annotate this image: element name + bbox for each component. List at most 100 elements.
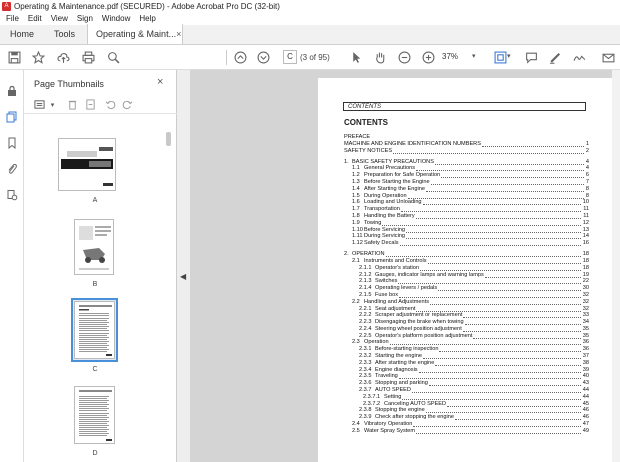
toc-entry[interactable]: 1.12 Safety Decals 16 [344,240,589,247]
toc-entry[interactable]: 2.2.3 Disengaging the brake when towing 34 [344,319,589,326]
toc-entry[interactable]: 1.9 Towing 12 [344,220,589,227]
toc-entry[interactable]: 2.3.7.2 Canceling AUTO SPEED 45 [344,401,589,408]
document-view[interactable]: CONTENTS CONTENTS PREFACE MACHINE AND ENG… [190,70,620,462]
collapse-left-arrow-icon[interactable]: ◀ [180,272,186,281]
panel-scrollbar[interactable] [166,132,171,146]
toc-entry[interactable]: 2.1.5 Fuse box 32 [344,292,589,299]
toc-entry[interactable]: 1.3 Before Starting the Engine 7 [344,179,589,186]
toc-entry-title: Before Starting the Engine [364,178,430,185]
menu-window[interactable]: Window [102,14,130,23]
sign-icon[interactable] [571,49,587,65]
toc-entry-title: Handling the Battery [364,212,415,219]
extract-page-icon[interactable] [84,98,97,111]
previous-page-icon[interactable] [232,49,248,65]
toc-entry[interactable]: 2.2.4 Steering wheel position adjustment 3… [344,326,589,333]
toc-entry[interactable]: 2.3.6 Stopping and parking 43 [344,380,589,387]
toc-page-number: 7 [585,178,589,185]
cloud-upload-icon[interactable] [55,49,71,65]
toc-entry[interactable]: 1.6 Loading and Unloading 10 [344,199,589,206]
panel-close-icon[interactable]: × [157,76,163,88]
toc-entry[interactable]: 2.1.1 Operator's station 18 [344,265,589,272]
tab-tools[interactable]: Tools [44,24,85,44]
document-scrollbar[interactable] [612,70,620,462]
thumbnail-page-b[interactable] [74,219,114,275]
bookmarks-icon[interactable] [5,136,19,150]
options-chevron-down-icon[interactable]: ▾ [46,98,59,111]
search-icon[interactable] [105,49,121,65]
tab-close-icon[interactable]: × [176,24,181,44]
toc-entry[interactable]: 2.2.1 Seat adjustment 32 [344,306,589,313]
toc-entry[interactable]: 2.3.8 Stopping the engine 46 [344,407,589,414]
toc-page-number: 36 [582,339,589,346]
menu-view[interactable]: View [51,14,68,23]
menu-help[interactable]: Help [139,14,155,23]
layers-gear-icon[interactable] [5,188,19,202]
thumbnail-page-c[interactable] [74,301,115,359]
toc-entry[interactable]: 2.3.2 Starting the engine 37 [344,353,589,360]
tab-home[interactable]: Home [0,24,44,44]
rotate-left-icon[interactable] [104,98,117,111]
toc-entry[interactable]: 2.3.7.1 Setting 44 [344,394,589,401]
menu-file[interactable]: File [6,14,19,23]
toc-entry[interactable]: 2.3.5 Traveling 40 [344,373,589,380]
save-icon[interactable] [6,49,22,65]
thumbnail-options-icon[interactable] [33,98,46,111]
toc-entry[interactable]: 2.3.9 Check after stopping the engine 46 [344,414,589,421]
toc-entry[interactable]: 2.2.2 Scraper adjustment or replacement 33 [344,312,589,319]
next-page-icon[interactable] [255,49,271,65]
toc-entry[interactable]: 1.1 General Precautions 4 [344,165,589,172]
toc-page-number: 8 [585,192,589,199]
toc-entry[interactable]: 1.8 Handling the Battery 11 [344,213,589,220]
bookmark-star-icon[interactable] [30,49,46,65]
toc-entry[interactable]: 1.5 During Operation 8 [344,193,589,200]
toc-entry[interactable]: SAFETY NOTICES 2 [344,148,589,155]
toc-entry[interactable]: 1.4 After Starting the Engine 8 [344,186,589,193]
toc-entry[interactable]: 2.2 Handling and Adjustments 32 [344,299,589,306]
toc-entry-title: Engine diagnosis [375,366,418,373]
menu-edit[interactable]: Edit [28,14,42,23]
print-icon[interactable] [80,49,96,65]
toc-entry[interactable]: 2.4 Vibratory Operation 47 [344,421,589,428]
rotate-right-icon[interactable] [121,98,134,111]
page-thumbnails-icon[interactable] [5,110,19,124]
thumbnail-page-d[interactable] [74,386,115,444]
toc-entry[interactable]: 2.3.3 After starting the engine 38 [344,360,589,367]
toc-entry[interactable]: PREFACE [344,134,589,141]
share-icon[interactable] [600,49,616,65]
select-cursor-icon[interactable] [348,49,364,65]
toc-entry[interactable]: 2.3.1 Before-starting inspection 36 [344,346,589,353]
toc-entry[interactable]: 2.3.4 Engine diagnosis 39 [344,367,589,374]
zoom-out-icon[interactable] [396,49,412,65]
toc-entry[interactable]: 2. OPERATION 18 [344,251,589,258]
toc-entry[interactable]: 2.3 Operation 36 [344,339,589,346]
toc-entry[interactable]: MACHINE AND ENGINE IDENTIFICATION NUMBER… [344,141,589,148]
toc-entry[interactable]: 2.5 Water Spray System 49 [344,428,589,435]
fit-page-icon[interactable] [492,49,508,65]
toc-entry[interactable]: 1.7 Transportation 11 [344,206,589,213]
highlight-pen-icon[interactable] [547,49,563,65]
delete-page-icon[interactable] [66,98,79,111]
page-number-input[interactable]: C [283,50,297,64]
panel-collapse-strip[interactable]: ◀ [177,70,190,462]
zoom-chevron-down-icon[interactable]: ▾ [472,52,476,60]
toc-entry[interactable]: 2.1.3 Switches 22 [344,278,589,285]
zoom-level-select[interactable]: 37% [442,50,472,64]
toc-entry[interactable]: 2.3.7 AUTO SPEED 44 [344,387,589,394]
toc-entry[interactable]: 1.10 Before Servicing 13 [344,227,589,234]
toc-entry[interactable]: 1.11 During Servicing 14 [344,233,589,240]
comment-icon[interactable] [523,49,539,65]
attachments-paperclip-icon[interactable] [5,162,19,176]
toc-entry[interactable]: 2.1 Instruments and Controls 18 [344,258,589,265]
hand-tool-icon[interactable] [372,49,388,65]
toc-entry[interactable]: 1.2 Preparation for Safe Operation 6 [344,172,589,179]
toc-entry[interactable]: 2.1.2 Gauges, indicator lamps and warning… [344,272,589,279]
zoom-in-icon[interactable] [420,49,436,65]
toc-entry[interactable]: 2.2.5 Operator's platform position adjust… [344,333,589,340]
tab-document[interactable]: Operating & Maint... × [87,24,184,44]
toc-entry[interactable]: 1. BASIC SAFETY PRECAUTIONS 4 [344,159,589,166]
lock-icon[interactable] [5,84,19,98]
thumbnail-page-a[interactable] [58,138,116,191]
menu-sign[interactable]: Sign [77,14,93,23]
fit-chevron-down-icon[interactable]: ▾ [507,52,511,60]
toc-entry[interactable]: 2.1.4 Operating levers / pedals 30 [344,285,589,292]
